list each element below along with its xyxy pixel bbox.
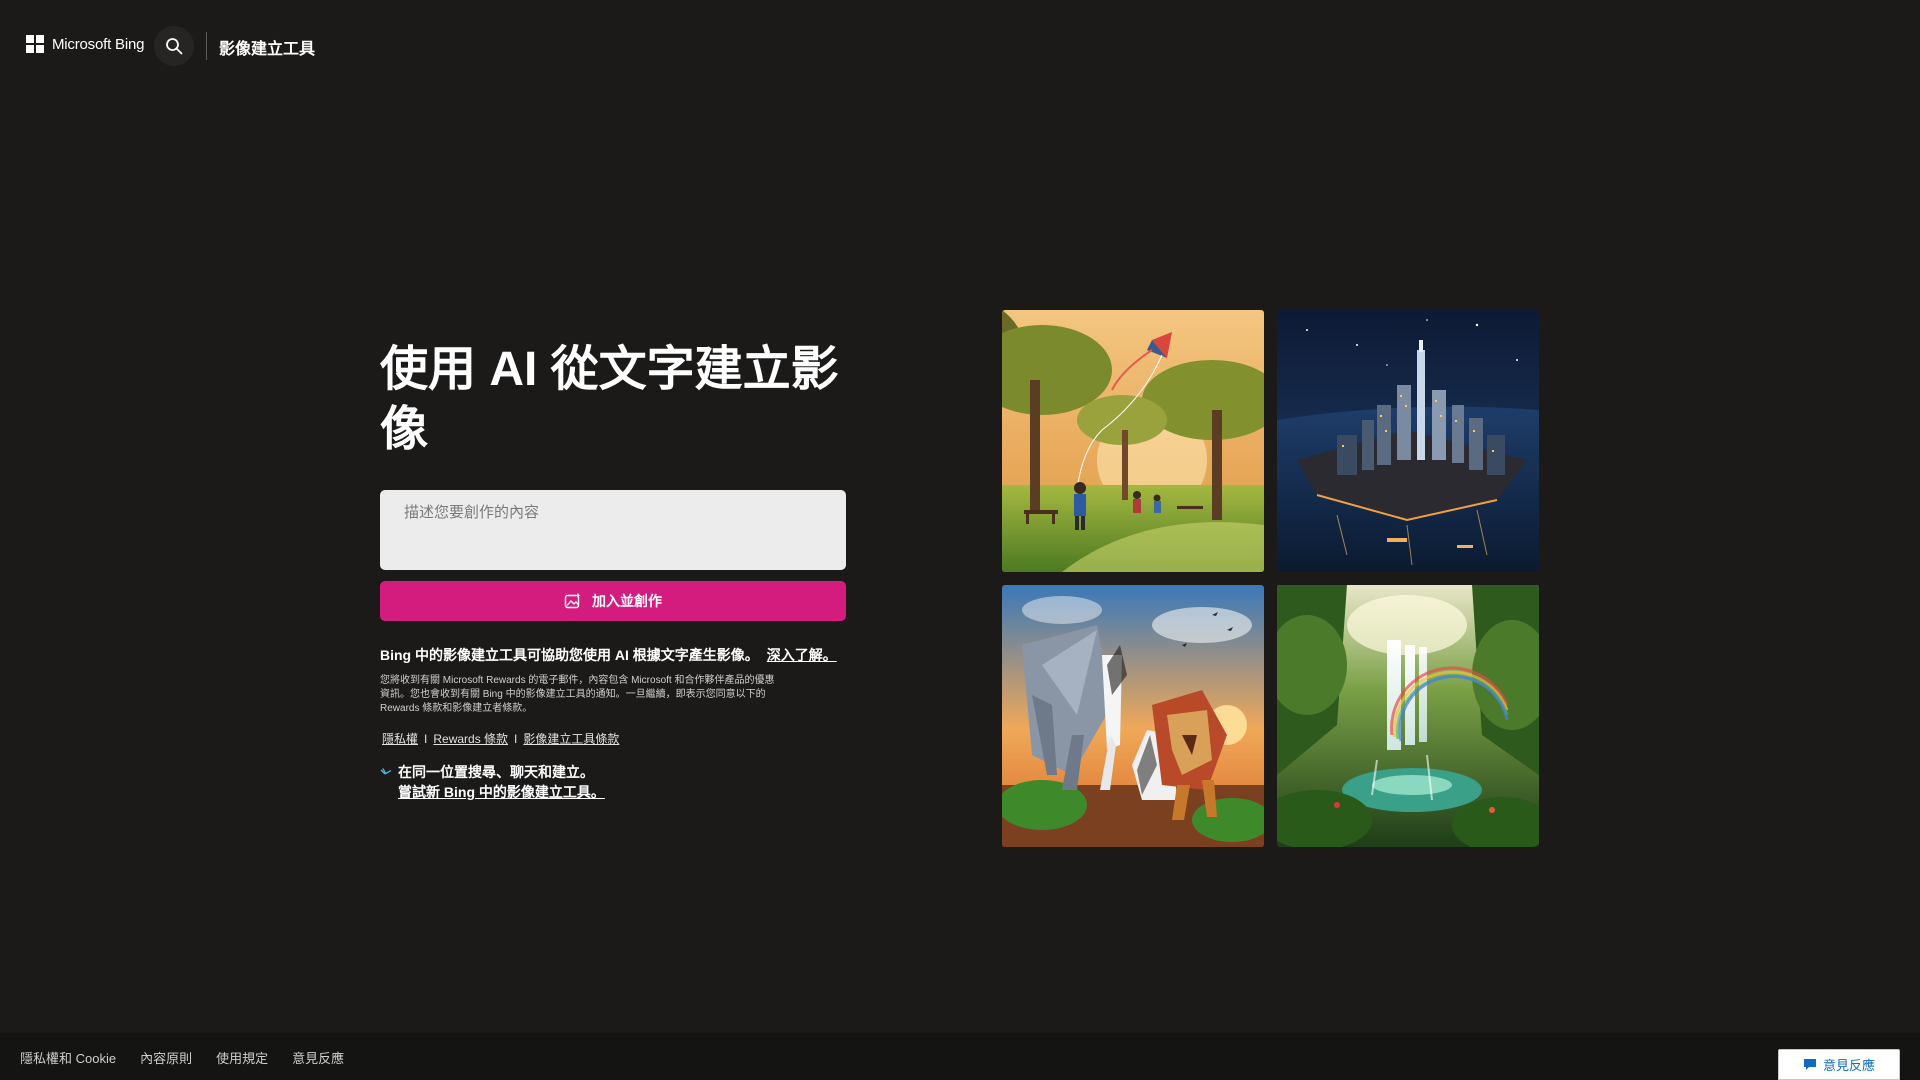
chat-bubble-icon bbox=[1803, 1059, 1816, 1070]
image-creator-title-link[interactable]: 影像建立工具 bbox=[219, 35, 315, 59]
content-policy-link[interactable]: 內容原則 bbox=[140, 1048, 192, 1067]
feedback-button[interactable]: 意見反應 bbox=[1778, 1049, 1900, 1080]
hero-section: 使用 AI 從文字建立影像 加入並創作 Bing 中的影像建立工具可協助您使用 … bbox=[380, 340, 850, 800]
description-text: Bing 中的影像建立工具可協助您使用 AI 根據文字產生影像。 bbox=[380, 647, 759, 663]
footer-links: 隱私權和 Cookie 內容原則 使用規定 意見反應 bbox=[20, 1048, 344, 1067]
description: Bing 中的影像建立工具可協助您使用 AI 根據文字產生影像。 深入了解。 bbox=[380, 645, 860, 665]
try-new-bing-link[interactable]: 嘗試新 Bing 中的影像建立工具。 bbox=[398, 784, 605, 800]
origami-animals-illustration bbox=[1002, 585, 1264, 847]
sample-image-gallery bbox=[1002, 310, 1539, 847]
search-icon bbox=[166, 38, 183, 55]
feedback-link[interactable]: 意見反應 bbox=[292, 1048, 344, 1067]
page-title: 使用 AI 從文字建立影像 bbox=[380, 343, 839, 456]
privacy-cookies-link[interactable]: 隱私權和 Cookie bbox=[20, 1048, 116, 1067]
footer: 隱私權和 Cookie 內容原則 使用規定 意見反應 意見反應 bbox=[0, 1033, 1920, 1080]
kite-park-illustration bbox=[1002, 310, 1264, 572]
night-city-illustration bbox=[1277, 310, 1539, 572]
image-sparkle-icon bbox=[564, 592, 581, 609]
prompt-input[interactable] bbox=[380, 490, 846, 570]
top-header: Microsoft Bing 影像建立工具 bbox=[0, 0, 1920, 90]
image-creator-terms-link[interactable]: 影像建立工具條款 bbox=[523, 730, 619, 747]
waterfall-rainbow-image[interactable] bbox=[1277, 585, 1539, 847]
create-button-label: 加入並創作 bbox=[592, 593, 662, 609]
search-button[interactable] bbox=[154, 26, 194, 66]
learn-more-link[interactable]: 深入了解。 bbox=[767, 647, 837, 663]
new-bing-promo: 在同一位置搜尋、聊天和建立。 嘗試新 Bing 中的影像建立工具。 bbox=[380, 762, 605, 802]
rewards-fineprint: 您將收到有關 Microsoft Rewards 的電子郵件，內容包含 Micr… bbox=[380, 675, 775, 714]
night-city-image[interactable] bbox=[1277, 310, 1539, 572]
legal-separator: I bbox=[424, 731, 428, 746]
microsoft-bing-logo-link[interactable]: Microsoft Bing bbox=[26, 35, 144, 53]
join-and-create-button[interactable]: 加入並創作 bbox=[380, 581, 846, 621]
legal-separator: I bbox=[514, 731, 518, 746]
brand-label: Microsoft Bing bbox=[52, 35, 145, 53]
privacy-link[interactable]: 隱私權 bbox=[382, 730, 418, 747]
waterfall-illustration bbox=[1277, 585, 1539, 847]
promo-text: 在同一位置搜尋、聊天和建立。 嘗試新 Bing 中的影像建立工具。 bbox=[398, 762, 605, 802]
promo-line: 在同一位置搜尋、聊天和建立。 bbox=[398, 764, 594, 780]
legal-links: 隱私權 I Rewards 條款 I 影像建立工具條款 bbox=[382, 730, 619, 747]
feedback-button-label: 意見反應 bbox=[1822, 1058, 1875, 1073]
windows-logo-icon bbox=[26, 35, 44, 53]
origami-animals-image[interactable] bbox=[1002, 585, 1264, 847]
terms-of-use-link[interactable]: 使用規定 bbox=[216, 1048, 268, 1067]
kite-park-image[interactable] bbox=[1002, 310, 1264, 572]
header-divider bbox=[206, 32, 207, 60]
rewards-terms-link[interactable]: Rewards 條款 bbox=[433, 730, 508, 747]
sparkle-arrow-icon bbox=[380, 768, 392, 775]
